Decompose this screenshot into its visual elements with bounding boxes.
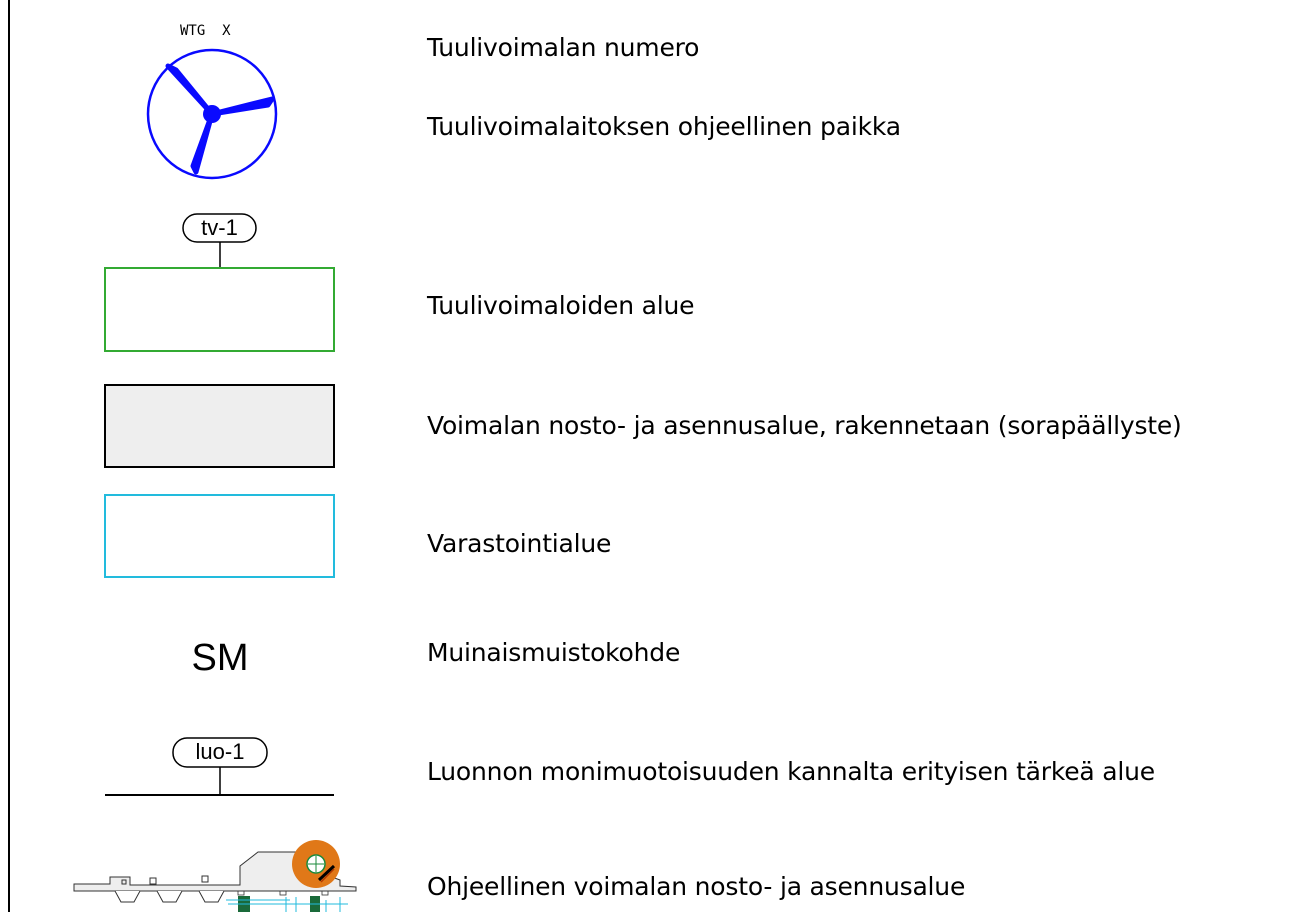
sm-symbol-label: SM (191, 637, 249, 679)
legend-text-biodiversity-area: Luonnon monimuotoisuuden kannalta erityi… (427, 757, 1155, 786)
legend-text-indicative-lifting-area: Ohjeellinen voimalan nosto- ja asennusal… (427, 872, 966, 901)
site-plan-thumbnail (73, 840, 357, 912)
wind-turbine-icon (146, 48, 278, 180)
tv-1-tag: tv-1 (201, 215, 238, 240)
cyan-area-symbol (104, 494, 335, 578)
luo-1-tag: luo-1 (195, 739, 245, 764)
legend-text-lifting-area: Voimalan nosto- ja asennusalue, rakennet… (427, 411, 1182, 440)
legend-text-storage-area: Varastointialue (427, 529, 612, 558)
legend-text-turbine-location: Tuulivoimalaitoksen ohjeellinen paikka (427, 112, 901, 141)
legend-text-heritage-site: Muinaismuistokohde (427, 638, 681, 667)
legend-text-turbine-area: Tuulivoimaloiden alue (427, 291, 695, 320)
gray-area-symbol (104, 384, 335, 468)
wtg-number-label: WTG X (180, 23, 231, 39)
legend-text-turbine-number: Tuulivoimalan numero (427, 33, 700, 62)
